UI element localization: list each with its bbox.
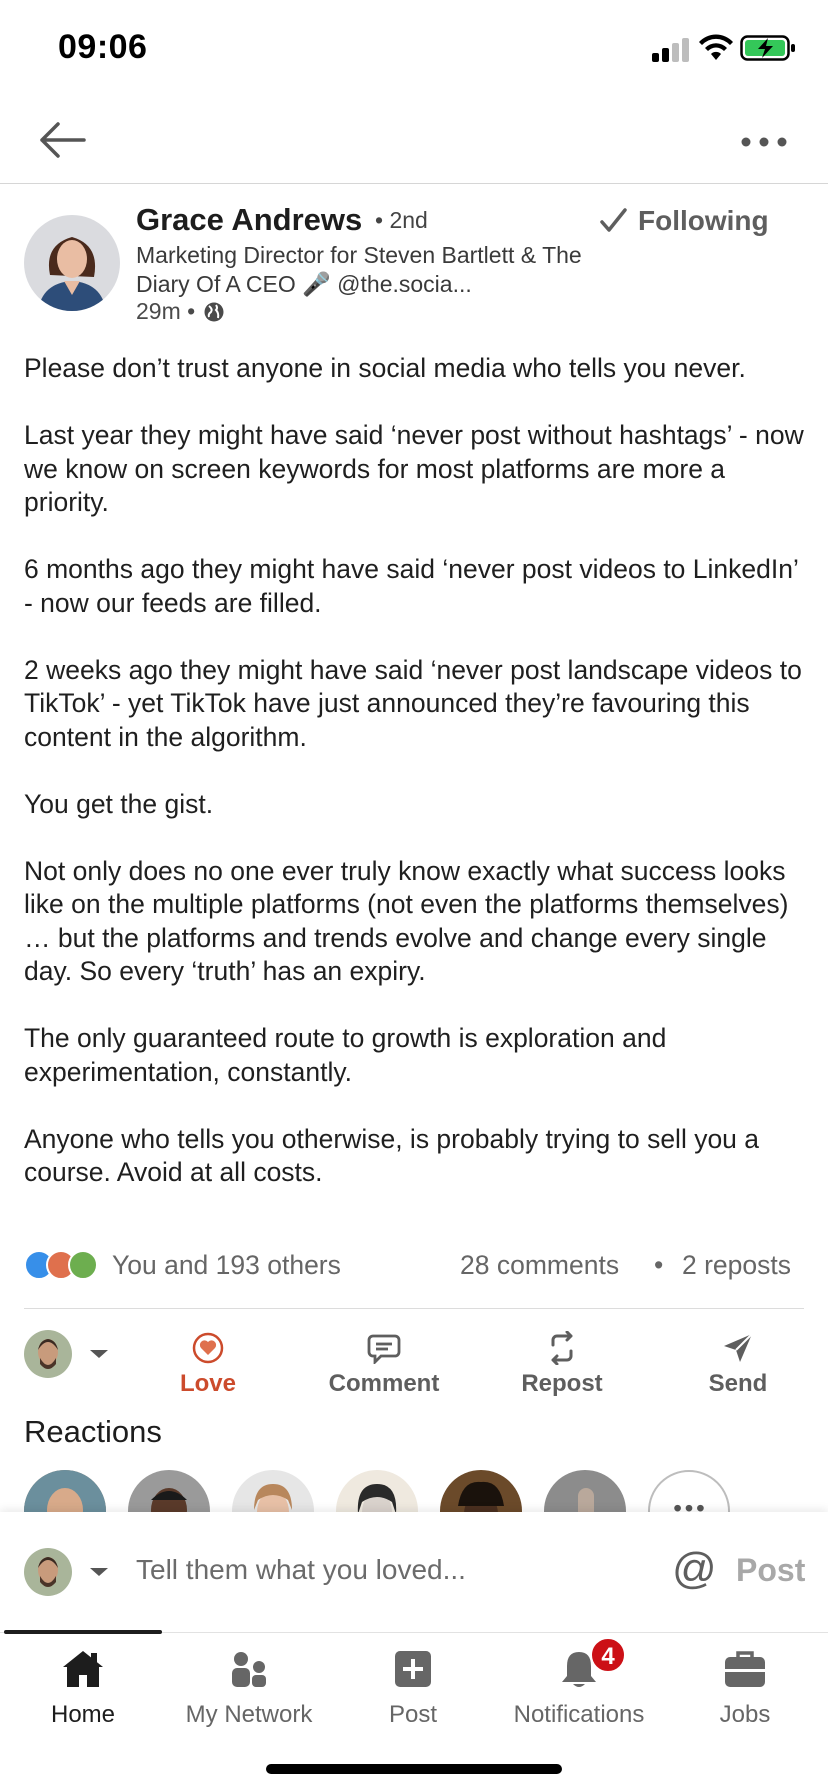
tab-my-network[interactable]: My Network (166, 1645, 332, 1729)
comment-composer: Tell them what you loved... @ Post (0, 1512, 828, 1632)
reaction-icons[interactable] (24, 1250, 104, 1282)
home-indicator (266, 1764, 562, 1774)
notifications-badge: 4 (590, 1637, 626, 1673)
active-tab-indicator (4, 1630, 162, 1634)
reactor-avatar[interactable] (128, 1470, 210, 1512)
checkmark-icon (600, 208, 627, 232)
repost-button[interactable]: Repost (492, 1330, 632, 1398)
following-button[interactable]: Following (598, 205, 769, 237)
wifi-icon (699, 34, 733, 60)
chevron-down-icon (90, 1568, 108, 1576)
chevron-down-icon (90, 1350, 108, 1358)
comment-label: Comment (328, 1370, 440, 1397)
tab-post[interactable]: Post (330, 1645, 496, 1729)
author-avatar[interactable] (24, 215, 120, 311)
post-comment-button[interactable]: Post (736, 1552, 805, 1589)
following-label: Following (638, 205, 769, 236)
tab-jobs-label: Jobs (719, 1701, 771, 1728)
post-paragraph: Please don’t trust anyone in social medi… (24, 353, 746, 383)
home-icon (63, 1651, 103, 1687)
tab-jobs[interactable]: Jobs (662, 1645, 828, 1729)
reactor-avatar[interactable] (232, 1470, 314, 1512)
reactor-avatar[interactable] (336, 1470, 418, 1512)
comments-count[interactable]: 28 comments (460, 1250, 619, 1281)
repost-icon (551, 1331, 573, 1365)
nav-header (0, 100, 828, 184)
status-bar: 09:06 (0, 0, 828, 100)
post-paragraph: Anyone who tells you otherwise, is proba… (24, 1123, 760, 1188)
reactors-count[interactable]: You and 193 others (112, 1250, 341, 1281)
post-paragraph: Last year they might have said ‘never po… (24, 420, 804, 517)
love-label: Love (179, 1370, 236, 1397)
separator-dot: • (654, 1250, 664, 1280)
post-paragraph: 6 months ago they might have said ‘never… (24, 554, 798, 618)
reactions-list (0, 1468, 828, 1512)
send-label: Send (708, 1370, 768, 1397)
globe-icon (204, 302, 224, 321)
post-icon (395, 1651, 431, 1687)
love-icon (192, 1332, 224, 1364)
more-reactors-button[interactable] (648, 1470, 730, 1512)
tab-home[interactable]: Home (0, 1645, 166, 1729)
status-time: 09:06 (58, 28, 148, 66)
reactor-avatar[interactable] (544, 1470, 626, 1512)
cellular-signal-icon (652, 36, 690, 62)
post-paragraph: The only guaranteed route to growth is e… (24, 1023, 667, 1087)
social-counts: You and 193 others 28 comments • 2 repos… (24, 1246, 804, 1286)
send-icon (724, 1333, 753, 1362)
tab-home-label: Home (50, 1701, 116, 1728)
reposts-count[interactable]: 2 reposts (682, 1250, 791, 1281)
tab-post-label: Post (388, 1701, 438, 1728)
post-paragraph: 2 weeks ago they might have said ‘never … (24, 654, 802, 752)
actor-switcher[interactable] (24, 1330, 110, 1378)
battery-charging-icon (740, 35, 795, 61)
comment-input[interactable]: Tell them what you loved... (136, 1554, 556, 1586)
comment-button[interactable]: Comment (314, 1330, 454, 1398)
post-time-text: 29m • (136, 298, 196, 324)
mention-button[interactable]: @ (672, 1544, 717, 1594)
action-bar: Love Comment Repost Send (0, 1316, 828, 1416)
love-button[interactable]: Love (138, 1330, 278, 1398)
user-avatar (24, 1330, 72, 1378)
back-arrow-icon[interactable] (36, 118, 88, 162)
connection-degree: • 2nd (375, 207, 428, 233)
post-paragraph: Not only does no one ever truly know exa… (24, 855, 789, 987)
post-body: Please don’t trust anyone in social medi… (24, 352, 804, 1223)
tab-notifications[interactable]: 4 Notifications (496, 1637, 662, 1729)
post-time: 29m • (136, 298, 225, 325)
more-options-icon[interactable] (738, 130, 790, 154)
composer-actor-switcher[interactable] (24, 1548, 110, 1596)
repost-label: Repost (521, 1370, 603, 1397)
briefcase-icon (725, 1651, 765, 1687)
network-icon (232, 1652, 266, 1687)
divider (24, 1308, 804, 1309)
user-avatar (24, 1548, 72, 1596)
send-button[interactable]: Send (668, 1330, 808, 1398)
tab-my-network-label: My Network (185, 1701, 313, 1728)
tab-notifications-label: Notifications (513, 1701, 645, 1728)
reactions-title: Reactions (24, 1414, 162, 1449)
comment-icon (367, 1334, 401, 1364)
support-reaction-icon (68, 1250, 98, 1280)
post-paragraph: You get the gist. (24, 788, 214, 819)
reactor-avatar[interactable] (440, 1470, 522, 1512)
author-headline: Marketing Director for Steven Bartlett &… (136, 242, 582, 297)
author-name[interactable]: Grace Andrews (136, 202, 362, 238)
reactor-avatar[interactable] (24, 1470, 106, 1512)
